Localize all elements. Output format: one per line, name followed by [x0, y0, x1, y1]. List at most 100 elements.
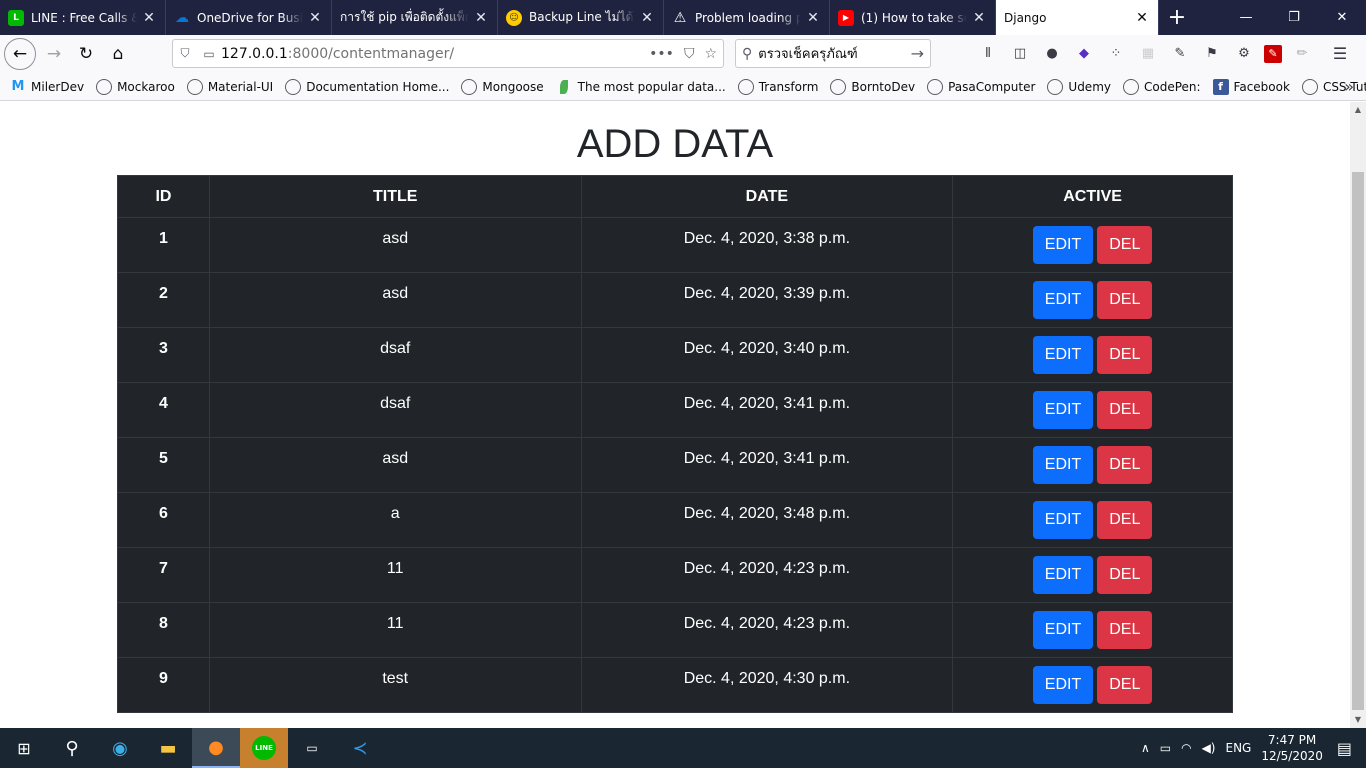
restore-icon[interactable]: ❐ — [1270, 0, 1318, 35]
edit-button[interactable]: EDIT — [1032, 336, 1094, 374]
edge-icon[interactable]: ◉ — [96, 728, 144, 768]
extension-grid-icon[interactable]: ▦ — [1136, 42, 1160, 66]
delete-button[interactable]: DEL — [1097, 501, 1153, 539]
globe-icon — [1047, 78, 1064, 95]
tab-pip[interactable]: การใช้ pip เพื่อติดตั้งแพ็กเ ✕ — [332, 0, 498, 35]
bookmark-material-ui[interactable]: Material-UI — [186, 78, 273, 95]
terminal-icon[interactable]: ▭ — [288, 728, 336, 768]
minimize-icon[interactable]: — — [1222, 0, 1270, 35]
delete-button[interactable]: DEL — [1097, 666, 1153, 704]
tab-line[interactable]: L LINE : Free Calls & M ✕ — [0, 0, 166, 35]
tab-onedrive[interactable]: ☁ OneDrive for Busine ✕ — [166, 0, 332, 35]
page-scrollbar[interactable]: ▲ ▼ — [1350, 102, 1366, 728]
edit-button[interactable]: EDIT — [1032, 281, 1094, 319]
bookmark-mockaroo[interactable]: Mockaroo — [96, 78, 175, 95]
delete-button[interactable]: DEL — [1097, 611, 1153, 649]
search-bar[interactable]: ⚲ ตรวจเช็คครุภัณฑ์ → — [735, 39, 931, 68]
reload-button[interactable]: ↻ — [70, 38, 102, 70]
bookmark-milerdev[interactable]: M MilerDev — [10, 79, 85, 95]
clock[interactable]: 7:47 PM 12/5/2020 — [1261, 732, 1323, 764]
bookmark-star-icon[interactable]: ☆ — [704, 46, 717, 62]
close-tab-icon[interactable]: ✕ — [639, 10, 655, 26]
extension-purple-icon[interactable]: ◆ — [1072, 42, 1096, 66]
windows-start-icon[interactable]: ⊞ — [0, 728, 48, 768]
tab-backup-line[interactable]: ☺ Backup Line ไม่ได้ ท ✕ — [498, 0, 664, 35]
extension-pin-icon[interactable]: ⚑ — [1200, 42, 1224, 66]
firefox-icon[interactable]: ● — [192, 728, 240, 768]
eyedropper-icon[interactable]: ✎ — [1168, 42, 1192, 66]
bookmark-udemy[interactable]: Udemy — [1047, 78, 1111, 95]
wifi-icon[interactable]: ◠ — [1181, 741, 1191, 755]
extension-gear-icon[interactable]: ⚙ — [1232, 42, 1256, 66]
account-icon[interactable]: ● — [1040, 42, 1064, 66]
edit-button[interactable]: EDIT — [1032, 226, 1094, 264]
edit-button[interactable]: EDIT — [1032, 556, 1094, 594]
battery-icon[interactable]: ▭ — [1160, 741, 1171, 755]
tab-youtube[interactable]: ▶ (1) How to take scre ✕ — [830, 0, 996, 35]
back-button[interactable]: ← — [4, 38, 36, 70]
bookmark-label: Mongoose — [482, 79, 544, 94]
delete-button[interactable]: DEL — [1097, 226, 1153, 264]
delete-button[interactable]: DEL — [1097, 336, 1153, 374]
forward-button[interactable]: → — [38, 38, 70, 70]
delete-button[interactable]: DEL — [1097, 446, 1153, 484]
close-tab-icon[interactable]: ✕ — [805, 10, 821, 26]
volume-icon[interactable]: ◀) — [1202, 741, 1216, 755]
library-icon[interactable]: ⫴ — [976, 42, 1000, 66]
close-tab-icon[interactable]: ✕ — [473, 10, 489, 26]
file-explorer-icon[interactable]: ▬ — [144, 728, 192, 768]
pocket-icon[interactable]: ⛉ — [684, 46, 695, 62]
close-tab-icon[interactable]: ✕ — [141, 10, 157, 26]
sidebar-icon[interactable]: ◫ — [1008, 42, 1032, 66]
url-bar[interactable]: ⛉ ▭ 127.0.0.1:8000/contentmanager/ ••• ⛉… — [172, 39, 724, 68]
page-info-icon[interactable]: ▭ — [197, 47, 221, 61]
bookmark-label: BorntoDev — [851, 79, 916, 94]
home-button[interactable]: ⌂ — [102, 38, 134, 70]
delete-button[interactable]: DEL — [1097, 391, 1153, 429]
language-indicator[interactable]: ENG — [1225, 741, 1251, 755]
edit-button[interactable]: EDIT — [1032, 501, 1094, 539]
tray-chevron-icon[interactable]: ∧ — [1141, 741, 1150, 755]
search-go-icon[interactable]: → — [911, 44, 924, 63]
delete-button[interactable]: DEL — [1097, 556, 1153, 594]
edit-button[interactable]: EDIT — [1032, 666, 1094, 704]
close-tab-icon[interactable]: ✕ — [971, 10, 987, 26]
table-row: 1 asd Dec. 4, 2020, 3:38 p.m. EDIT DEL — [117, 217, 1233, 273]
bookmark-borntodev[interactable]: BorntoDev — [830, 78, 916, 95]
bookmark-codepen[interactable]: CodePen: — [1122, 78, 1201, 95]
close-tab-icon[interactable]: ✕ — [307, 10, 323, 26]
delete-button[interactable]: DEL — [1097, 281, 1153, 319]
vscode-icon[interactable]: ≺ — [336, 728, 384, 768]
scroll-up-icon[interactable]: ▲ — [1350, 102, 1366, 118]
scroll-down-icon[interactable]: ▼ — [1350, 712, 1366, 728]
extension-red-icon[interactable]: ✎ — [1264, 44, 1282, 63]
close-tab-icon[interactable]: ✕ — [1134, 10, 1150, 26]
new-tab-button[interactable]: + — [1159, 0, 1195, 35]
bookmark-pasacomputer[interactable]: PasaComputer — [927, 78, 1035, 95]
close-window-icon[interactable]: ✕ — [1318, 0, 1366, 35]
table-row: 3 dsaf Dec. 4, 2020, 3:40 p.m. EDIT DEL — [117, 327, 1233, 383]
tab-django[interactable]: Django ✕ — [996, 0, 1159, 35]
line-app-icon[interactable]: LINE — [240, 728, 288, 768]
edit-button[interactable]: EDIT — [1032, 391, 1094, 429]
bookmark-popular-data[interactable]: The most popular data... — [556, 79, 726, 94]
search-icon: ⚲ — [742, 45, 753, 62]
search-icon[interactable]: ⚲ — [48, 728, 96, 768]
bookmark-facebook[interactable]: f Facebook — [1212, 78, 1290, 95]
notifications-icon[interactable]: ▤ — [1337, 739, 1352, 758]
page-actions-icon[interactable]: ••• — [649, 46, 674, 62]
extension-dots-icon[interactable]: ⁘ — [1104, 42, 1128, 66]
cell-date: Dec. 4, 2020, 3:41 p.m. — [580, 382, 954, 438]
shield-icon[interactable]: ⛉ — [173, 46, 197, 61]
pencil-icon[interactable]: ✏ — [1290, 42, 1314, 66]
bookmark-documentation[interactable]: Documentation Home... — [285, 78, 449, 95]
menu-icon[interactable]: ☰ — [1328, 42, 1352, 66]
tab-problem-loading[interactable]: ⚠ Problem loading pa ✕ — [664, 0, 830, 35]
edit-button[interactable]: EDIT — [1032, 446, 1094, 484]
bookmark-css-tutorial[interactable]: CSS Tutorial — [1301, 78, 1366, 95]
bookmark-mongoose[interactable]: Mongoose — [461, 78, 544, 95]
bookmark-transform[interactable]: Transform — [737, 78, 818, 95]
edit-button[interactable]: EDIT — [1032, 611, 1094, 649]
scrollbar-thumb[interactable] — [1352, 172, 1364, 710]
bookmarks-overflow-icon[interactable]: » — [1344, 77, 1354, 96]
